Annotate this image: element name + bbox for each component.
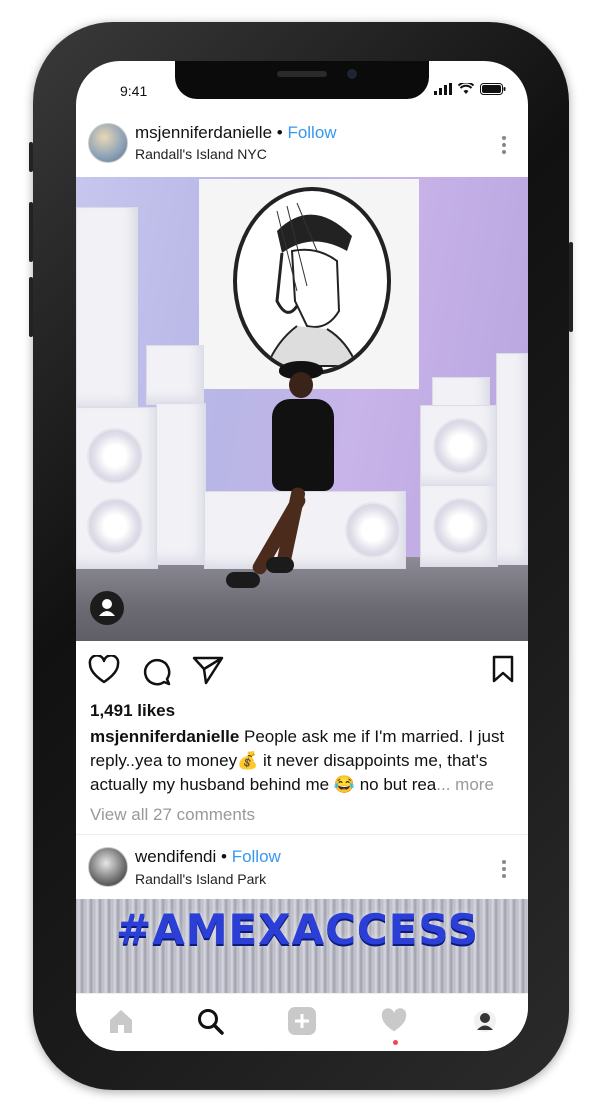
- new-post-icon[interactable]: [287, 1006, 317, 1036]
- post-author-avatar[interactable]: [88, 123, 128, 163]
- post-header: msjenniferdanielle • Follow Randall's Is…: [76, 119, 528, 175]
- photo-speaker-right: [420, 405, 498, 487]
- photo-centurion-portrait: [233, 187, 391, 375]
- share-send-icon[interactable]: [192, 655, 224, 685]
- activity-notification-dot: [393, 1040, 398, 1045]
- post2-photo[interactable]: #AMEXACCESS: [76, 899, 528, 995]
- comment-icon[interactable]: [140, 655, 172, 687]
- follow-button[interactable]: Follow: [287, 123, 336, 142]
- follow-separator: •: [272, 123, 288, 142]
- post2-header: wendifendi • Follow Randall's Island Par…: [76, 841, 528, 895]
- bottom-tab-bar: [76, 993, 528, 1051]
- post-username[interactable]: msjenniferdanielle: [135, 123, 272, 142]
- photo-speaker-right-low: [420, 485, 498, 567]
- more-options-icon[interactable]: [502, 133, 508, 157]
- volume-up-button: [29, 202, 33, 262]
- photo-person-body: [272, 399, 334, 491]
- earpiece-speaker: [277, 71, 327, 77]
- post2-more-options-icon[interactable]: [502, 857, 508, 881]
- view-all-comments-link[interactable]: View all 27 comments: [90, 805, 255, 825]
- photo-floor: [76, 557, 528, 641]
- home-icon[interactable]: [106, 1006, 136, 1036]
- search-icon[interactable]: [195, 1006, 225, 1036]
- mute-switch: [29, 142, 33, 172]
- photo-person-shoe: [266, 557, 294, 573]
- likes-count[interactable]: 1,491 likes: [90, 701, 175, 721]
- photo-person-shoe: [226, 572, 260, 588]
- profile-avatar[interactable]: [470, 1006, 500, 1036]
- post2-author-line: wendifendi • Follow: [135, 847, 281, 867]
- post2-follow-button[interactable]: Follow: [232, 847, 281, 866]
- notch: [175, 61, 429, 99]
- post-photo[interactable]: [76, 177, 528, 641]
- status-icons: [434, 83, 506, 95]
- like-heart-icon[interactable]: [88, 655, 120, 685]
- photo-speaker-edge-right: [496, 353, 528, 565]
- front-camera: [347, 69, 357, 79]
- post-location[interactable]: Randall's Island NYC: [135, 146, 267, 162]
- post2-photo-sign-text: #AMEXACCESS: [116, 905, 480, 954]
- caption-ellipsis: ...: [436, 775, 456, 794]
- photo-speaker-mid-left: [156, 403, 206, 565]
- photo-person-head: [289, 372, 313, 398]
- post-caption: msjenniferdanielle People ask me if I'm …: [90, 725, 518, 797]
- post2-author-avatar[interactable]: [88, 847, 128, 887]
- save-bookmark-icon[interactable]: [492, 655, 514, 683]
- activity-heart-icon[interactable]: [379, 1006, 409, 1036]
- wifi-icon: [458, 83, 474, 94]
- power-button: [569, 242, 573, 332]
- post2-follow-separator: •: [216, 847, 232, 866]
- battery-icon: [480, 83, 506, 95]
- phone-screen: 9:41 msjenniferdanielle • Follow Randall…: [76, 61, 528, 1051]
- photo-speaker-stack-left: [76, 207, 138, 409]
- photo-speaker-large-left: [76, 407, 158, 569]
- post2-location[interactable]: Randall's Island Park: [135, 871, 266, 887]
- caption-more-link[interactable]: more: [455, 775, 494, 794]
- signal-icon: [434, 83, 452, 95]
- caption-username[interactable]: msjenniferdanielle: [90, 727, 239, 746]
- post-author-line: msjenniferdanielle • Follow: [135, 123, 337, 143]
- tagged-users-icon[interactable]: [90, 591, 124, 625]
- post-action-bar: [76, 641, 528, 697]
- photo-speaker-box: [146, 345, 204, 405]
- status-time: 9:41: [120, 83, 148, 99]
- post-divider: [76, 834, 528, 835]
- volume-down-button: [29, 277, 33, 337]
- post2-username[interactable]: wendifendi: [135, 847, 216, 866]
